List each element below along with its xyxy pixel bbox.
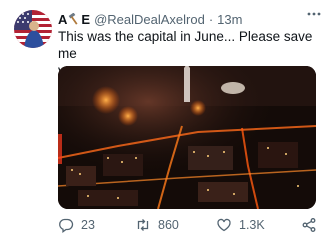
hammer-emoji-icon — [68, 12, 80, 25]
tweet-image[interactable] — [58, 66, 316, 209]
retweet-count: 860 — [158, 218, 179, 232]
timestamp[interactable]: 13m — [217, 12, 242, 27]
display-name-part1: A — [58, 11, 68, 27]
separator-dot: · — [208, 11, 214, 27]
share-icon — [302, 218, 316, 232]
tweet-header: AE @RealDealAxelrod · 13m — [58, 10, 320, 28]
tweet-text-line1: This was the capital in June... Please s… — [58, 29, 313, 61]
display-name-part2: E — [81, 11, 91, 27]
retweet-icon — [137, 219, 149, 231]
share-button[interactable] — [301, 216, 324, 234]
like-button[interactable]: 1.3K — [216, 216, 265, 234]
retweet-button[interactable]: 860 — [135, 216, 179, 234]
avatar[interactable] — [14, 10, 52, 48]
reply-count: 23 — [81, 218, 95, 232]
like-count: 1.3K — [239, 218, 265, 232]
user-handle[interactable]: @RealDealAxelrod — [94, 12, 205, 27]
more-icon[interactable] — [306, 8, 322, 20]
tweet-card[interactable]: AE @RealDealAxelrod · 13m This was the c… — [0, 0, 330, 243]
action-bar: 23 860 1.3K — [58, 216, 320, 234]
display-name[interactable]: AE — [58, 12, 90, 27]
reply-button[interactable]: 23 — [58, 216, 95, 234]
reply-icon — [59, 218, 74, 233]
like-icon — [217, 218, 231, 232]
